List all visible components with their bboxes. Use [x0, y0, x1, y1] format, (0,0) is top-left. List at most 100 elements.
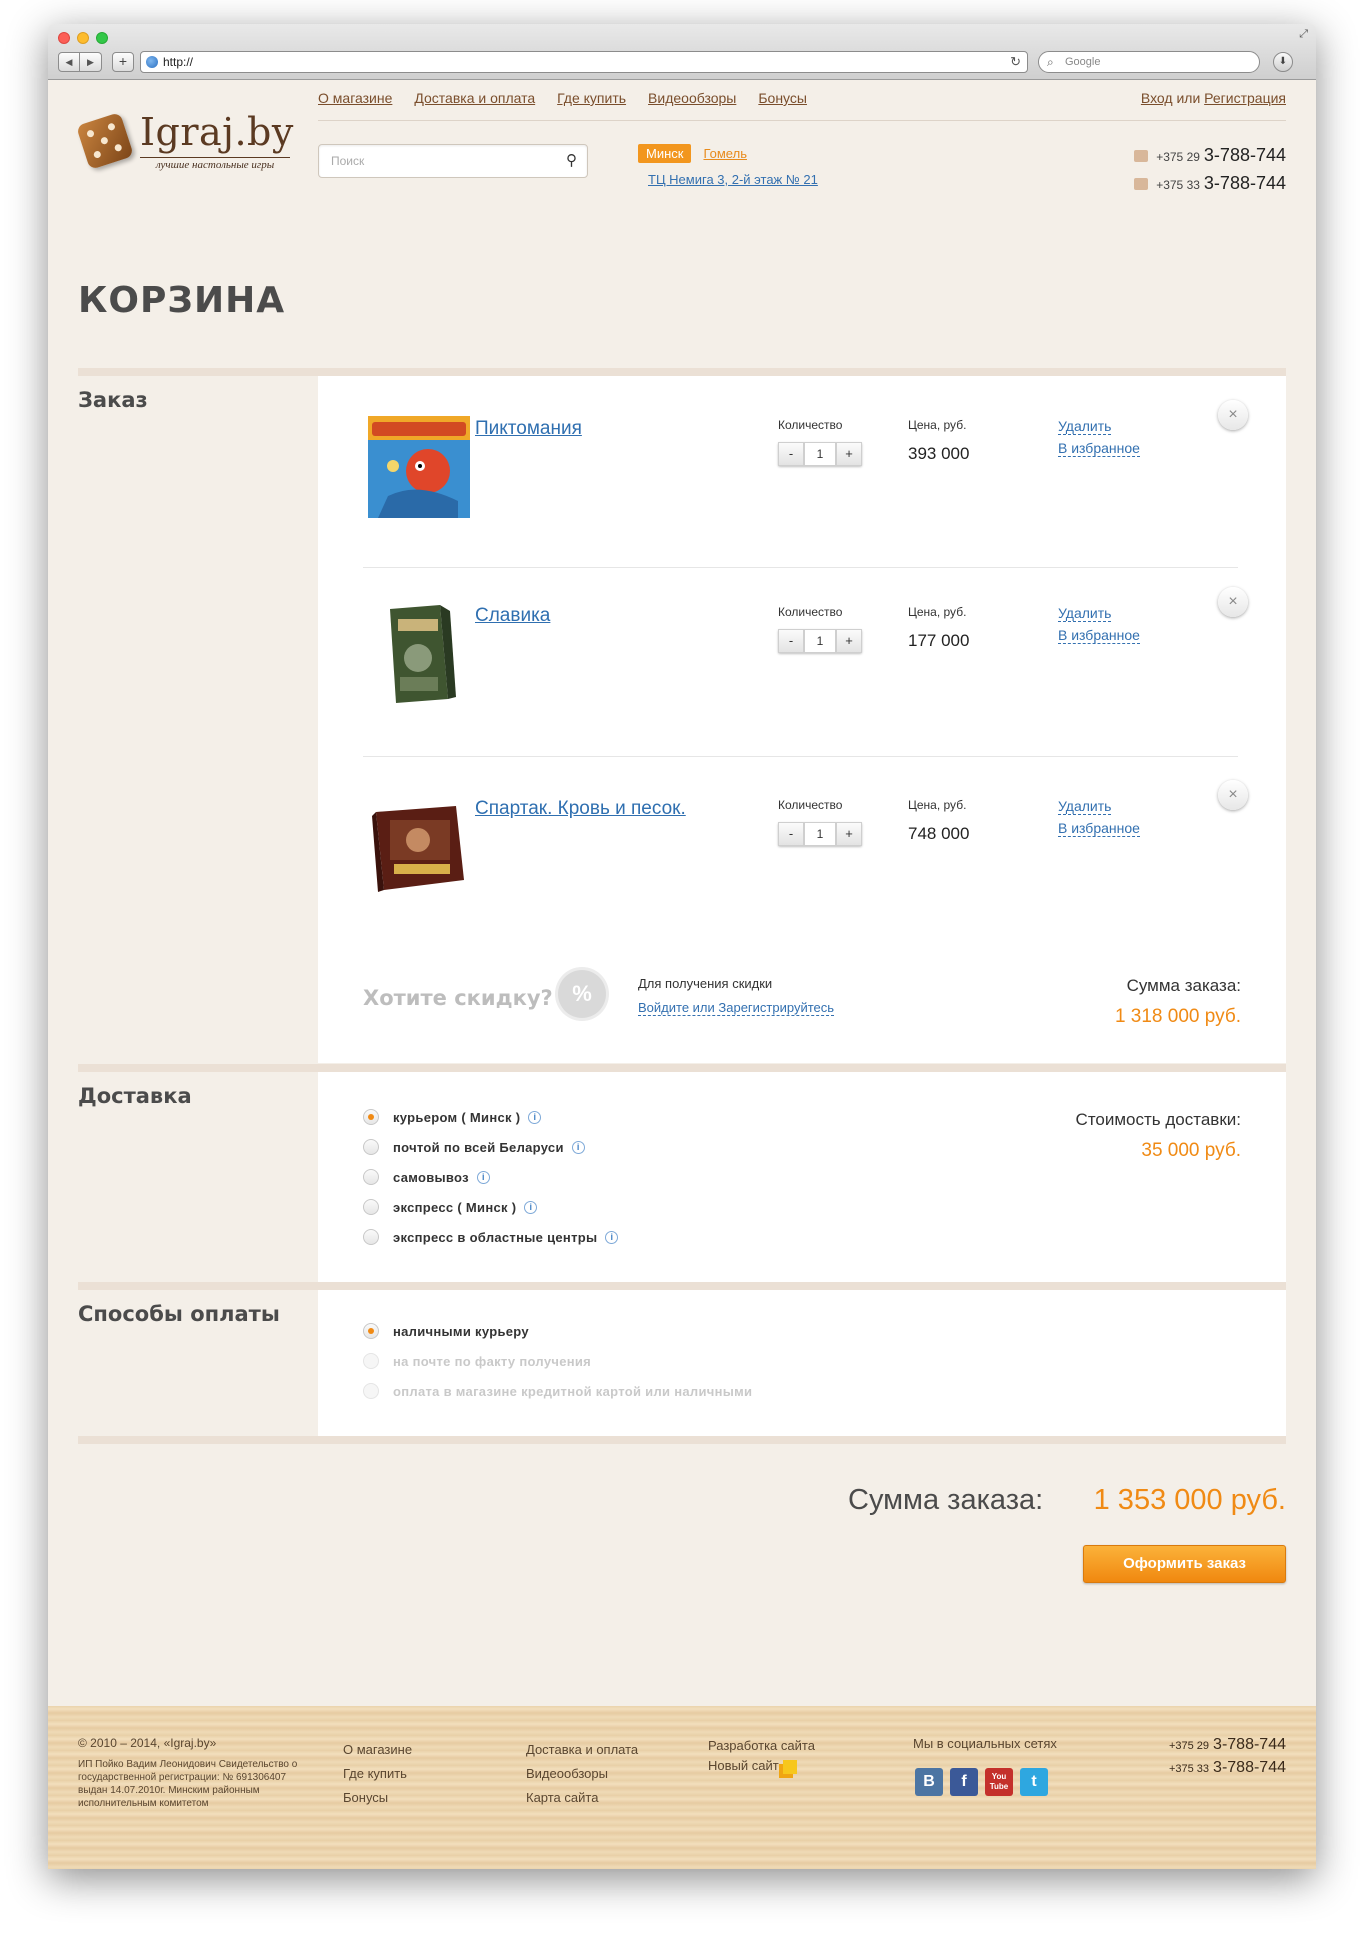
phone-velcom: +375 29 3-788-744	[1134, 142, 1286, 170]
quantity-label: Количество	[778, 605, 843, 619]
delivery-option-express-minsk[interactable]: экспресс ( Минск ) i	[363, 1192, 618, 1222]
delivery-option-express-regions[interactable]: экспресс в областные центры i	[363, 1222, 619, 1252]
history-buttons: ◀ ▶	[58, 52, 102, 72]
back-button[interactable]: ◀	[58, 52, 80, 72]
add-to-favorites-link[interactable]: В избранное	[1058, 627, 1140, 644]
increase-qty-button[interactable]: +	[836, 822, 862, 846]
info-icon[interactable]: i	[524, 1200, 538, 1214]
price-label: Цена, руб.	[908, 605, 967, 619]
product-name-link[interactable]: Славика	[475, 605, 550, 627]
info-icon[interactable]: i	[476, 1170, 490, 1184]
youtube-icon[interactable]: You Tube	[985, 1768, 1013, 1796]
remove-item-button[interactable]: ×	[1218, 780, 1248, 810]
info-icon[interactable]: i	[571, 1140, 585, 1154]
discount-login-link[interactable]: Войдите или Зарегистрируйтесь	[638, 1000, 835, 1016]
nav-video-reviews[interactable]: Видеообзоры	[648, 90, 736, 106]
nav-about[interactable]: О магазине	[318, 90, 392, 106]
footer-link-about[interactable]: О магазине	[343, 1738, 412, 1762]
product-image-spartacus[interactable]	[368, 796, 470, 898]
delivery-option-pickup[interactable]: самовывоз i	[363, 1162, 618, 1192]
nav-bonuses[interactable]: Бонусы	[758, 90, 807, 106]
quantity-stepper: - 1 +	[778, 629, 862, 653]
address-bar[interactable]: http:// ↻	[140, 51, 1028, 73]
site-logo[interactable]: Igraj.by лучшие настольные игры	[76, 110, 293, 190]
decrease-qty-button[interactable]: -	[778, 629, 804, 653]
footer-link-sitemap[interactable]: Карта сайта	[526, 1786, 638, 1810]
browser-search-field[interactable]: ⌕ Google	[1038, 51, 1260, 73]
footer-link-where-to-buy[interactable]: Где купить	[343, 1762, 412, 1786]
new-tab-button[interactable]: +	[112, 52, 134, 72]
radio-button[interactable]	[363, 1169, 379, 1185]
info-icon[interactable]: i	[528, 1110, 542, 1124]
login-link[interactable]: Вход	[1141, 90, 1173, 106]
browser-search-placeholder: Google	[1065, 56, 1101, 68]
decrease-qty-button[interactable]: -	[778, 822, 804, 846]
close-window-button[interactable]	[58, 32, 70, 44]
footer-link-delivery[interactable]: Доставка и оплата	[526, 1738, 638, 1762]
fullscreen-icon[interactable]: ⤢	[1299, 28, 1308, 41]
payment-section-title: Способы оплаты	[78, 1302, 280, 1326]
delete-link[interactable]: Удалить	[1058, 798, 1112, 815]
remove-item-button[interactable]: ×	[1218, 587, 1248, 617]
forward-button[interactable]: ▶	[80, 52, 102, 72]
remove-item-button[interactable]: ×	[1218, 400, 1248, 430]
quantity-label: Количество	[778, 798, 843, 812]
radio-button[interactable]	[363, 1139, 379, 1155]
register-link[interactable]: Регистрация	[1204, 90, 1286, 106]
footer-link-bonuses[interactable]: Бонусы	[343, 1786, 412, 1810]
radio-button[interactable]	[363, 1323, 379, 1339]
percent-badge-icon: %	[558, 970, 606, 1018]
twitter-icon[interactable]: t	[1020, 1768, 1048, 1796]
velcom-icon	[1134, 150, 1149, 163]
zoom-window-button[interactable]	[96, 32, 108, 44]
add-to-favorites-link[interactable]: В избранное	[1058, 440, 1140, 457]
search-icon[interactable]: ⚲	[566, 145, 577, 177]
delivery-sidebar: Доставка	[78, 1072, 318, 1284]
auth-links: Вход или Регистрация	[1141, 90, 1286, 106]
qty-value[interactable]: 1	[804, 822, 836, 846]
delete-link[interactable]: Удалить	[1058, 418, 1112, 435]
delete-link[interactable]: Удалить	[1058, 605, 1112, 622]
increase-qty-button[interactable]: +	[836, 629, 862, 653]
vk-icon[interactable]: В	[915, 1768, 943, 1796]
qty-value[interactable]: 1	[804, 442, 836, 466]
product-image-piktomania[interactable]	[368, 416, 470, 518]
delivery-option-post[interactable]: почтой по всей Беларуси i	[363, 1132, 618, 1162]
payment-section: Способы оплаты наличными курьеру на почт…	[78, 1282, 1286, 1438]
order-sum-label: Сумма заказа:	[1126, 976, 1241, 995]
city-minsk[interactable]: Минск	[638, 144, 692, 163]
info-icon[interactable]: i	[605, 1230, 619, 1244]
price-label: Цена, руб.	[908, 418, 967, 432]
cart-item: Спартак. Кровь и песок. Количество - 1 +…	[363, 758, 1248, 946]
discount-note: Для получения скидки	[638, 976, 773, 991]
downloads-button[interactable]: ⬇	[1273, 52, 1293, 72]
checkout-button[interactable]: Оформить заказ	[1083, 1545, 1286, 1583]
reload-icon[interactable]: ↻	[1010, 52, 1021, 72]
city-gomel[interactable]: Гомель	[703, 144, 747, 163]
nav-where-to-buy[interactable]: Где купить	[557, 90, 626, 106]
store-address-link[interactable]: ТЦ Немига 3, 2-й этаж № 21	[648, 172, 818, 187]
decrease-qty-button[interactable]: -	[778, 442, 804, 466]
minimize-window-button[interactable]	[77, 32, 89, 44]
add-to-favorites-link[interactable]: В избранное	[1058, 820, 1140, 837]
delivery-option-courier[interactable]: курьером ( Минск ) i	[363, 1102, 618, 1132]
qty-value[interactable]: 1	[804, 629, 836, 653]
delivery-cost-label: Стоимость доставки:	[1075, 1110, 1241, 1129]
radio-button[interactable]	[363, 1109, 379, 1125]
increase-qty-button[interactable]: +	[836, 442, 862, 466]
product-name-link[interactable]: Пиктомания	[475, 418, 582, 440]
product-name-link[interactable]: Спартак. Кровь и песок.	[475, 798, 686, 820]
search-icon: ⌕	[1047, 55, 1054, 69]
dice-icon	[76, 112, 134, 170]
product-image-slavika[interactable]	[368, 603, 470, 705]
payment-option-cash-courier[interactable]: наличными курьеру	[363, 1316, 752, 1346]
facebook-icon[interactable]: f	[950, 1768, 978, 1796]
site-search-input[interactable]: Поиск ⚲	[318, 144, 588, 178]
item-price: 177 000	[908, 631, 970, 650]
footer-link-video-reviews[interactable]: Видеообзоры	[526, 1762, 638, 1786]
radio-button[interactable]	[363, 1229, 379, 1245]
footer-legal-info: ИП Пойко Вадим Леонидович Свидетельство …	[78, 1759, 298, 1809]
radio-button[interactable]	[363, 1199, 379, 1215]
nav-delivery[interactable]: Доставка и оплата	[414, 90, 535, 106]
developer-link[interactable]: Новый сайт	[708, 1756, 815, 1776]
